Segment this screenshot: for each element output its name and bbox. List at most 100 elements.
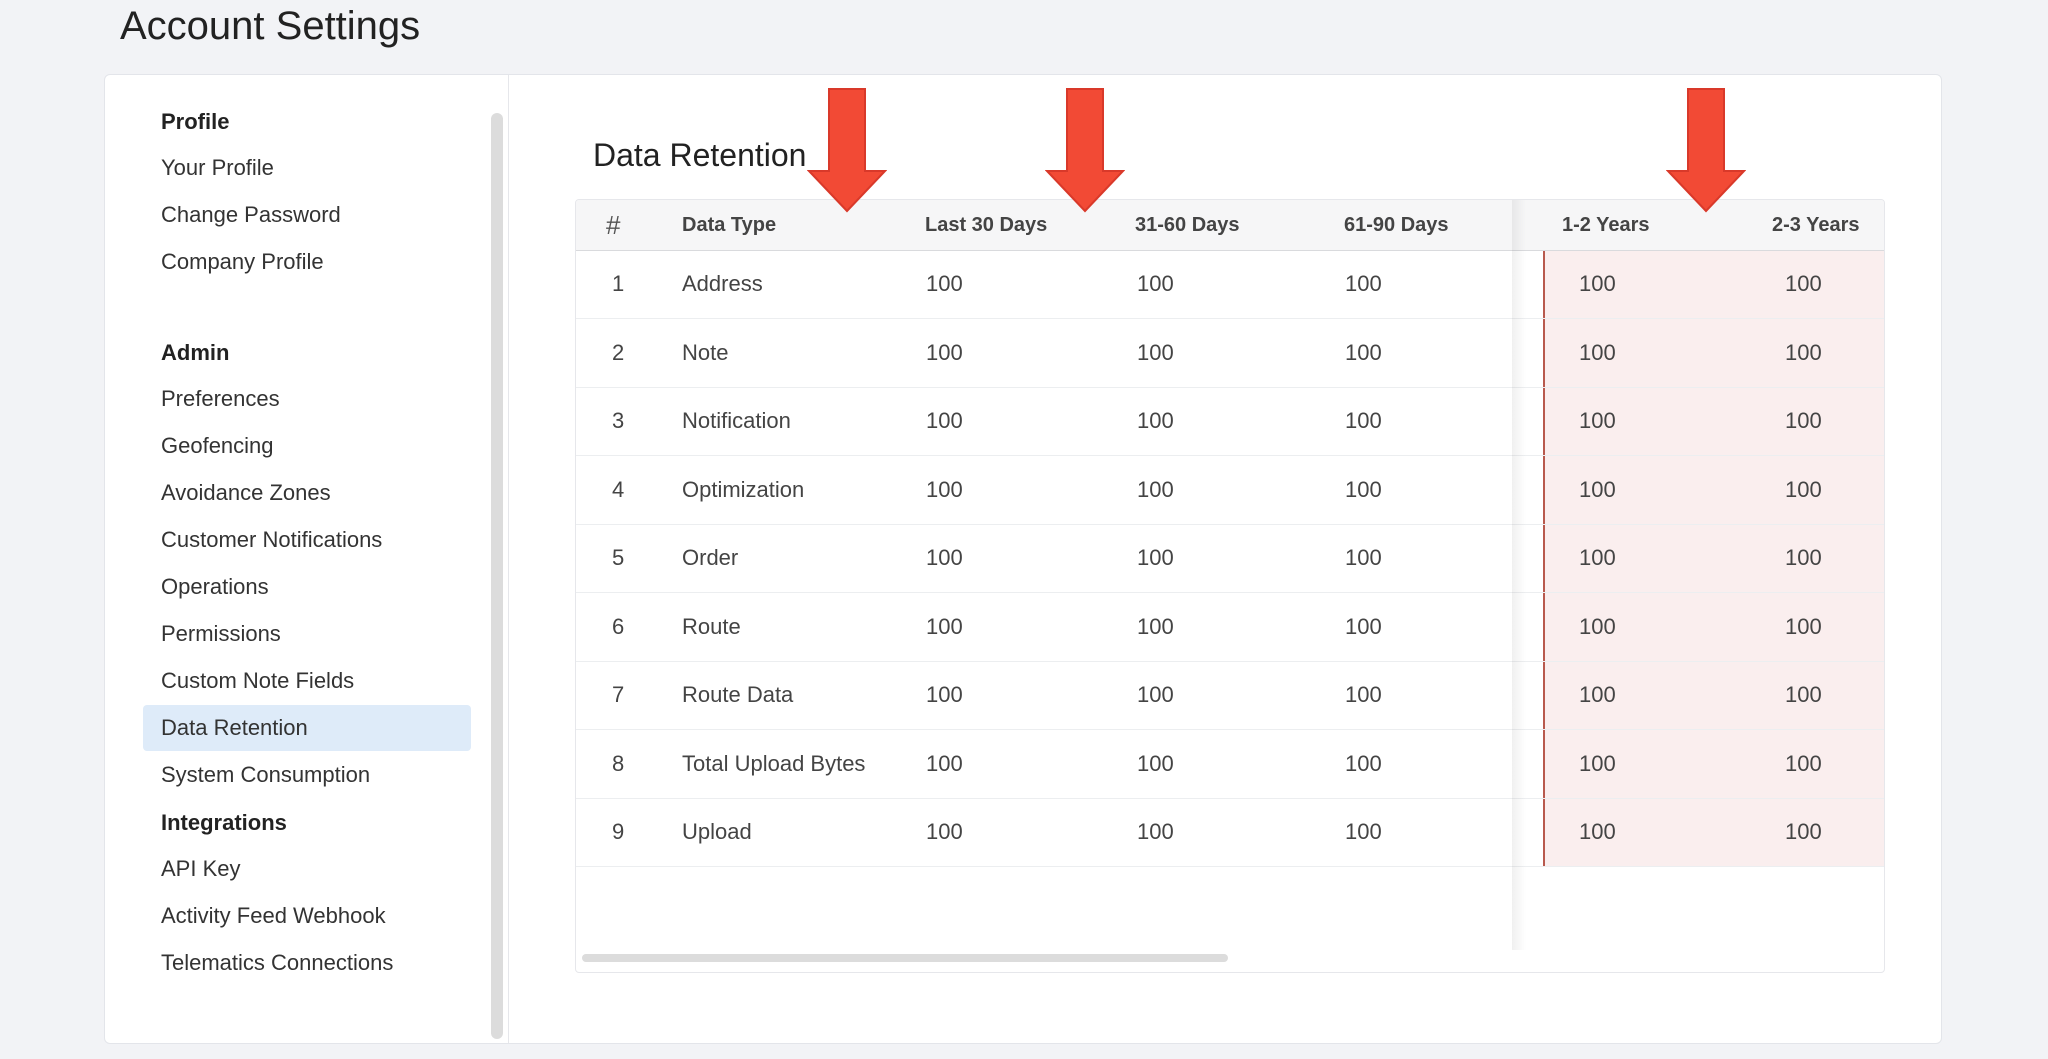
table-row[interactable]: 3 Notification 100 100 100 100 100	[576, 387, 1884, 456]
table-row[interactable]: 2 Note 100 100 100 100 100	[576, 319, 1884, 388]
column-header-2-3-years[interactable]: 2-3 Years	[1772, 200, 1860, 250]
sidebar-item-activity-feed-webhook[interactable]: Activity Feed Webhook	[105, 893, 485, 939]
data-type-cell: Optimization	[682, 476, 805, 502]
retention-value-cell: 100	[1785, 819, 1822, 844]
sidebar-item-change-password[interactable]: Change Password	[105, 192, 485, 238]
retention-value-cell: 100	[1785, 750, 1822, 776]
main-content: Data Retention # Data Type Last 30 Days 31-…	[509, 75, 1941, 1043]
table-row[interactable]: 7 Route Data 100 100 100 100 100	[576, 661, 1884, 730]
data-type-cell: Route	[682, 613, 741, 639]
sidebar-item-permissions[interactable]: Permissions	[105, 611, 485, 657]
retention-value-cell: 100	[926, 819, 963, 844]
retention-value-cell: 100	[1137, 545, 1174, 570]
retention-value-cell: 100	[1137, 476, 1174, 502]
sidebar-item-system-consumption[interactable]: System Consumption	[105, 752, 485, 798]
column-header-data-type[interactable]: Data Type	[682, 200, 776, 250]
row-index: 9	[612, 819, 625, 844]
sidebar-item-api-key[interactable]: API Key	[105, 846, 485, 892]
retention-value-cell: 100	[1345, 613, 1382, 639]
retention-value-cell: 100	[1785, 613, 1822, 639]
retention-value-cell: 100	[1579, 819, 1616, 844]
row-index: 8	[612, 750, 625, 776]
data-type-cell: Route Data	[682, 682, 794, 707]
retention-value-cell: 100	[1137, 819, 1174, 844]
table-row[interactable]: 4 Optimization 100 100 100 100 100	[576, 456, 1884, 525]
retention-value-cell: 100	[1137, 613, 1174, 639]
table-row[interactable]: 8 Total Upload Bytes 100 100 100 100 100	[576, 730, 1884, 799]
data-type-cell: Address	[682, 271, 763, 296]
sidebar-item-telematics-connections[interactable]: Telematics Connections	[105, 940, 485, 986]
retention-value-cell: 100	[1137, 339, 1174, 365]
retention-value-cell: 100	[926, 613, 963, 639]
arrow-down-icon	[1045, 88, 1125, 213]
table-row[interactable]: 6 Route 100 100 100 100 100	[576, 593, 1884, 662]
column-header-last-30-days[interactable]: Last 30 Days	[925, 200, 1047, 250]
sidebar-section-profile: Profile Your Profile Change Password Compan…	[105, 99, 485, 286]
sidebar-item-company-profile[interactable]: Company Profile	[105, 239, 485, 285]
retention-value-cell: 100	[1579, 750, 1616, 776]
arrow-down-icon	[1666, 88, 1746, 213]
retention-value-cell: 100	[1579, 682, 1616, 707]
retention-value-cell: 100	[1785, 476, 1822, 502]
settings-card: Profile Your Profile Change Password Compan…	[104, 74, 1942, 1044]
sidebar-item-avoidance-zones[interactable]: Avoidance Zones	[105, 470, 485, 516]
retention-value-cell: 100	[1785, 682, 1822, 707]
retention-value-cell: 100	[1579, 339, 1616, 365]
sidebar-section-admin: Admin Preferences Geofencing Avoidance Zone…	[105, 330, 485, 799]
sidebar-item-data-retention[interactable]: Data Retention	[143, 705, 471, 751]
retention-value-cell: 100	[1345, 271, 1382, 296]
sidebar-item-custom-note-fields[interactable]: Custom Note Fields	[105, 658, 485, 704]
sidebar-heading: Admin	[161, 340, 230, 365]
retention-value-cell: 100	[926, 408, 963, 433]
data-type-cell: Upload	[682, 819, 752, 844]
page-title: Account Settings	[120, 4, 421, 48]
row-index: 4	[612, 476, 625, 502]
sidebar-item-customer-notifications[interactable]: Customer Notifications	[105, 517, 485, 563]
retention-value-cell: 100	[1785, 339, 1822, 365]
sidebar-section-integrations: Integrations API Key Activity Feed Webhook…	[105, 800, 485, 987]
retention-value-cell: 100	[1345, 682, 1382, 707]
retention-value-cell: 100	[1137, 682, 1174, 707]
arrow-down-icon	[807, 88, 887, 213]
sidebar-item-preferences[interactable]: Preferences	[105, 376, 485, 422]
retention-value-cell: 100	[926, 339, 963, 365]
retention-value-cell: 100	[1345, 750, 1382, 776]
retention-value-cell: 100	[1579, 545, 1616, 570]
table-row[interactable]: 1 Address 100 100 100 100 100	[576, 250, 1884, 319]
sidebar-heading: Profile	[161, 109, 230, 134]
frozen-column-divider	[1512, 200, 1526, 950]
row-index: 3	[612, 408, 625, 433]
row-index: 5	[612, 545, 625, 570]
column-header-61-90-days[interactable]: 61-90 Days	[1344, 200, 1449, 250]
sidebar-item-your-profile[interactable]: Your Profile	[105, 145, 485, 191]
retention-value-cell: 100	[1785, 408, 1822, 433]
table-row[interactable]: 5 Order 100 100 100 100 100	[576, 524, 1884, 593]
sidebar-scrollbar[interactable]	[491, 113, 503, 1039]
data-type-cell: Order	[682, 545, 739, 570]
data-retention-table: # Data Type Last 30 Days 31-60 Days 61-90 Da…	[575, 199, 1885, 973]
table-row[interactable]: 9 Upload 100 100 100 100 100	[576, 798, 1884, 867]
retention-value-cell: 100	[926, 545, 963, 570]
retention-value-cell: 100	[926, 271, 963, 296]
settings-sidebar: Profile Your Profile Change Password Compan…	[105, 75, 509, 1043]
retention-value-cell: 100	[1785, 545, 1822, 570]
column-header-1-2-years[interactable]: 1-2 Years	[1562, 200, 1650, 250]
sidebar-item-geofencing[interactable]: Geofencing	[105, 423, 485, 469]
retention-value-cell: 100	[926, 476, 963, 502]
retention-value-cell: 100	[1579, 408, 1616, 433]
column-header-index[interactable]: #	[606, 200, 620, 250]
retention-value-cell: 100	[1579, 476, 1616, 502]
retention-value-cell: 100	[926, 682, 963, 707]
row-index: 7	[612, 682, 625, 707]
section-title: Data Retention	[593, 137, 807, 173]
row-index: 1	[612, 271, 625, 296]
column-header-31-60-days[interactable]: 31-60 Days	[1135, 200, 1240, 250]
retention-value-cell: 100	[1345, 476, 1382, 502]
sidebar-item-operations[interactable]: Operations	[105, 564, 485, 610]
retention-value-cell: 100	[1345, 339, 1382, 365]
retention-value-cell: 100	[1579, 271, 1616, 296]
sidebar-heading: Integrations	[161, 810, 287, 835]
horizontal-scrollbar[interactable]	[582, 954, 1228, 962]
row-index: 2	[612, 339, 625, 365]
retention-value-cell: 100	[1345, 819, 1382, 844]
